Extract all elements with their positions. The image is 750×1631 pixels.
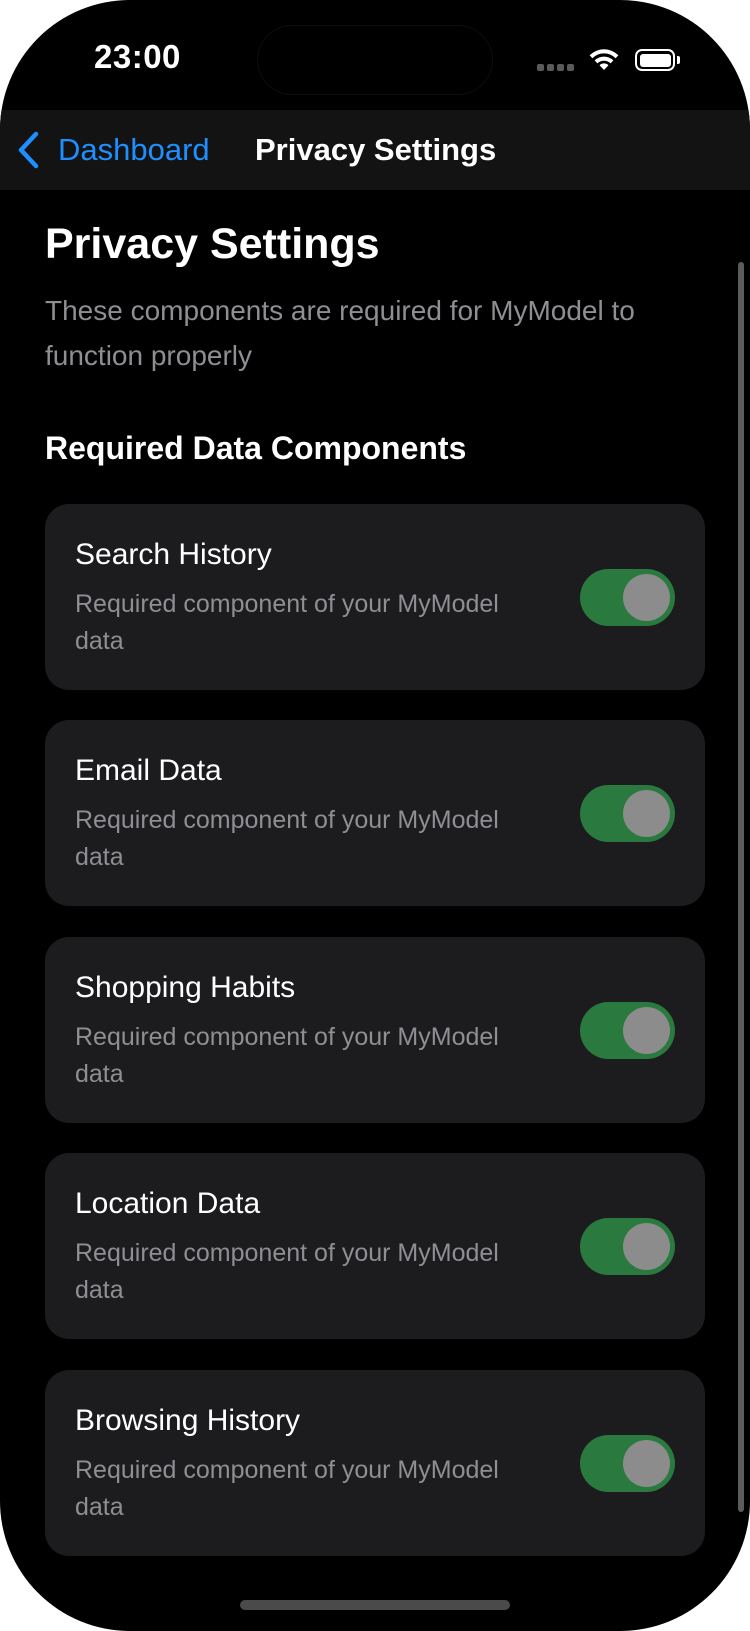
setting-title: Browsing History: [75, 1404, 301, 1437]
wifi-icon: [589, 49, 619, 70]
setting-card-shopping-habits: Shopping Habits Required component of yo…: [45, 937, 705, 1123]
setting-title: Search History: [75, 538, 272, 571]
status-bar: 23:00: [0, 0, 750, 110]
page-subtitle: These components are required for MyMode…: [45, 295, 635, 371]
setting-title: Location Data: [75, 1187, 261, 1220]
dynamic-island: [258, 26, 492, 94]
scroll-indicator[interactable]: [738, 262, 744, 1512]
navigation-bar: Dashboard Privacy Settings: [0, 110, 750, 190]
home-indicator[interactable]: [240, 1600, 510, 1610]
toggle-knob: [623, 1223, 670, 1270]
location-data-toggle[interactable]: [580, 1218, 675, 1275]
toggle-knob: [623, 790, 670, 837]
phone-screen: 23:00 Dashboard Privacy Settings Privacy…: [0, 0, 750, 1631]
toggle-knob: [623, 1007, 670, 1054]
battery-icon: [635, 49, 681, 73]
section-header: Required Data Components: [45, 430, 467, 466]
back-button[interactable]: Dashboard: [14, 110, 210, 190]
nav-title: Privacy Settings: [255, 132, 497, 167]
search-history-toggle[interactable]: [580, 569, 675, 626]
settings-content: Privacy Settings These components are re…: [0, 190, 750, 1631]
status-time: 23:00: [94, 38, 181, 75]
browsing-history-toggle[interactable]: [580, 1435, 675, 1492]
page-title: Privacy Settings: [45, 220, 380, 268]
setting-card-browsing-history: Browsing History Required component of y…: [45, 1370, 705, 1556]
setting-title: Email Data: [75, 754, 222, 787]
setting-description: Required component of your MyModel data: [75, 1456, 499, 1521]
setting-card-email-data: Email Data Required component of your My…: [45, 720, 705, 906]
toggle-knob: [623, 1440, 670, 1487]
setting-description: Required component of your MyModel data: [75, 806, 499, 871]
setting-description: Required component of your MyModel data: [75, 1239, 499, 1304]
email-data-toggle[interactable]: [580, 785, 675, 842]
setting-title: Shopping Habits: [75, 971, 296, 1004]
setting-card-location-data: Location Data Required component of your…: [45, 1153, 705, 1339]
toggle-knob: [623, 574, 670, 621]
shopping-habits-toggle[interactable]: [580, 1002, 675, 1059]
setting-description: Required component of your MyModel data: [75, 1023, 499, 1088]
chevron-left-icon: [18, 131, 39, 169]
signal-dots-icon: [537, 64, 575, 72]
back-button-label: Dashboard: [58, 132, 210, 167]
setting-card-search-history: Search History Required component of you…: [45, 504, 705, 690]
setting-description: Required component of your MyModel data: [75, 590, 499, 655]
